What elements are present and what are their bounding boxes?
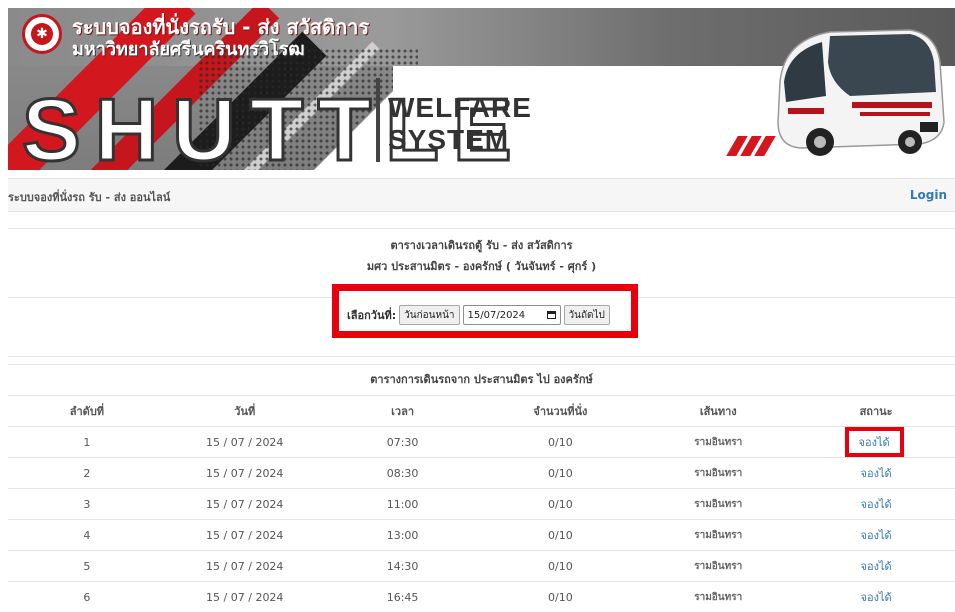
bus-illustration-icon — [760, 22, 948, 162]
cell-seats: 0/10 — [481, 551, 639, 582]
login-link[interactable]: Login — [910, 188, 947, 202]
header-banner: ✱ ระบบจองที่นั่งรถรับ - ส่ง สวัสดิการ มห… — [8, 8, 955, 170]
column-header-route: เส้นทาง — [639, 396, 797, 427]
welfare-text: WELFARE — [388, 92, 532, 124]
cell-no: 3 — [8, 489, 166, 520]
table-row: 5 15 / 07 / 2024 14:30 0/10 รามอินทรา จอ… — [8, 551, 955, 582]
table-header-row: ลำดับที่ วันที่ เวลา จำนวนที่นั่ง เส้นทา… — [8, 396, 955, 427]
book-link[interactable]: จองได้ — [861, 560, 892, 573]
cell-route: รามอินทรา — [639, 427, 797, 458]
date-picker-label: เลือกวันที่: — [347, 306, 396, 324]
schedule-title: ตารางเวลาเดินรถตู้ รับ - ส่ง สวัสดิการ — [8, 236, 955, 254]
cell-date: 15 / 07 / 2024 — [166, 458, 324, 489]
column-header-status: สถานะ — [797, 396, 955, 427]
cell-status: จองได้ — [797, 551, 955, 582]
table-row: 6 15 / 07 / 2024 16:45 0/10 รามอินทรา จอ… — [8, 582, 955, 612]
cell-route: รามอินทรา — [639, 582, 797, 612]
column-header-no: ลำดับที่ — [8, 396, 166, 427]
cell-no: 6 — [8, 582, 166, 612]
cell-date: 15 / 07 / 2024 — [166, 489, 324, 520]
cell-route: รามอินทรา — [639, 458, 797, 489]
cell-seats: 0/10 — [481, 458, 639, 489]
cell-time: 14:30 — [324, 551, 482, 582]
navbar-brand[interactable]: ระบบจองที่นั่งรถ รับ - ส่ง ออนไลน์ — [8, 188, 170, 206]
cell-seats: 0/10 — [481, 582, 639, 612]
cell-no: 2 — [8, 458, 166, 489]
schedule-table: ลำดับที่ วันที่ เวลา จำนวนที่นั่ง เส้นทา… — [8, 395, 955, 612]
previous-day-button[interactable]: วันก่อนหน้า — [399, 305, 459, 325]
system-text: SYSTEM — [388, 124, 532, 156]
cell-route: รามอินทรา — [639, 489, 797, 520]
column-header-time: เวลา — [324, 396, 482, 427]
cell-no: 5 — [8, 551, 166, 582]
cell-no: 1 — [8, 427, 166, 458]
calendar-icon[interactable] — [547, 311, 556, 319]
cell-date: 15 / 07 / 2024 — [166, 427, 324, 458]
date-input[interactable]: 15/07/2024 — [463, 305, 561, 325]
cell-route: รามอินทรา — [639, 551, 797, 582]
column-header-date: วันที่ — [166, 396, 324, 427]
cell-time: 11:00 — [324, 489, 482, 520]
welfare-system-wordmark: WELFARE SYSTEM — [388, 92, 532, 156]
cell-date: 15 / 07 / 2024 — [166, 520, 324, 551]
cell-time: 07:30 — [324, 427, 482, 458]
cell-date: 15 / 07 / 2024 — [166, 582, 324, 612]
cell-seats: 0/10 — [481, 520, 639, 551]
cell-seats: 0/10 — [481, 489, 639, 520]
table-separator — [8, 356, 955, 364]
cell-status: จองได้ — [797, 427, 955, 458]
university-logo-icon: ✱ — [22, 14, 62, 54]
column-header-seats: จำนวนที่นั่ง — [481, 396, 639, 427]
schedule-table-section: ตารางการเดินรถจาก ประสานมิตร ไป องครักษ์… — [8, 356, 955, 612]
cell-date: 15 / 07 / 2024 — [166, 551, 324, 582]
cell-time: 16:45 — [324, 582, 482, 612]
cell-time: 08:30 — [324, 458, 482, 489]
date-picker-highlight: เลือกวันที่: วันก่อนหน้า 15/07/2024 วันถ… — [332, 284, 638, 338]
book-link[interactable]: จองได้ — [861, 498, 892, 511]
wordmark-divider — [376, 78, 380, 162]
navbar: ระบบจองที่นั่งรถ รับ - ส่ง ออนไลน์ Login — [8, 178, 955, 212]
cell-no: 4 — [8, 520, 166, 551]
table-row: 1 15 / 07 / 2024 07:30 0/10 รามอินทรา จอ… — [8, 427, 955, 458]
table-row: 2 15 / 07 / 2024 08:30 0/10 รามอินทรา จอ… — [8, 458, 955, 489]
table-caption: ตารางการเดินรถจาก ประสานมิตร ไป องครักษ์ — [8, 364, 955, 395]
table-row: 3 15 / 07 / 2024 11:00 0/10 รามอินทรา จอ… — [8, 489, 955, 520]
cell-route: รามอินทรา — [639, 520, 797, 551]
cell-time: 13:00 — [324, 520, 482, 551]
cell-status: จองได้ — [797, 458, 955, 489]
cell-seats: 0/10 — [481, 427, 639, 458]
date-input-value: 15/07/2024 — [468, 310, 526, 321]
schedule-subtitle: มศว ประสานมิตร - องครักษ์ ( วันจันทร์ - … — [8, 257, 955, 275]
book-link[interactable]: จองได้ — [845, 427, 904, 457]
book-link[interactable]: จองได้ — [861, 467, 892, 480]
cell-status: จองได้ — [797, 520, 955, 551]
date-picker: เลือกวันที่: วันก่อนหน้า 15/07/2024 วันถ… — [347, 305, 610, 325]
cell-status: จองได้ — [797, 489, 955, 520]
red-speed-marks — [732, 136, 774, 160]
table-row: 4 15 / 07 / 2024 13:00 0/10 รามอินทรา จอ… — [8, 520, 955, 551]
university-name: มหาวิทยาลัยศรีนครินทรวิโรฒ — [72, 34, 305, 63]
cell-status: จองได้ — [797, 582, 955, 612]
book-link[interactable]: จองได้ — [861, 591, 892, 604]
next-day-button[interactable]: วันถัดไป — [564, 305, 610, 325]
book-link[interactable]: จองได้ — [861, 529, 892, 542]
